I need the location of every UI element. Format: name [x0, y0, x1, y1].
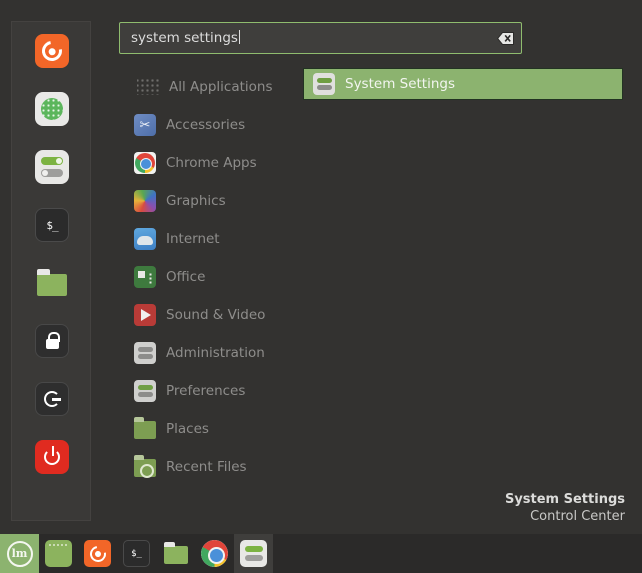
favorite-log-out[interactable]: [12, 370, 92, 428]
app-name: System Settings: [504, 492, 625, 507]
logout-icon: [35, 382, 69, 416]
power-icon: [35, 440, 69, 474]
result-item-system-settings[interactable]: System Settings: [303, 68, 623, 100]
category-sound-video[interactable]: Sound & Video: [126, 296, 301, 334]
taskbar-show-desktop[interactable]: [39, 534, 78, 573]
search-results-list: System Settings: [303, 68, 623, 100]
category-label: Internet: [166, 231, 220, 247]
category-label: Accessories: [166, 117, 246, 133]
grid-dots-icon: [137, 79, 159, 95]
app-description: Control Center: [530, 509, 625, 524]
cloud-globe-icon: [134, 228, 156, 250]
category-internet[interactable]: Internet: [126, 220, 301, 258]
text-caret: [238, 30, 240, 44]
system-settings-icon: [35, 150, 69, 184]
favorite-terminal[interactable]: $_: [12, 196, 92, 254]
toggles-green-icon: [134, 380, 156, 402]
play-icon: [134, 304, 156, 326]
system-settings-icon: [313, 73, 335, 95]
favorite-software-manager[interactable]: [12, 80, 92, 138]
terminal-icon: $_: [35, 208, 69, 242]
folder-clock-icon: [134, 455, 156, 478]
category-office[interactable]: Office: [126, 258, 301, 296]
firefox-icon: [35, 34, 69, 68]
category-label: Places: [166, 421, 209, 437]
terminal-icon: $_: [123, 540, 150, 567]
system-settings-icon: [240, 540, 267, 567]
files-folder-icon: [35, 266, 69, 300]
category-recent-files[interactable]: Recent Files: [126, 448, 301, 486]
category-label: All Applications: [169, 79, 273, 95]
category-graphics[interactable]: Graphics: [126, 182, 301, 220]
taskbar-firefox[interactable]: [78, 534, 117, 573]
result-item-label: System Settings: [345, 76, 456, 92]
favorites-sidebar: $_: [11, 21, 91, 521]
software-manager-icon: [35, 92, 69, 126]
category-chrome-apps[interactable]: Chrome Apps: [126, 144, 301, 182]
toggles-gray-icon: [134, 342, 156, 364]
category-accessories[interactable]: Accessories: [126, 106, 301, 144]
color-wheel-icon: [134, 190, 156, 212]
mint-logo-icon: lm: [6, 540, 33, 567]
favorite-lock-screen[interactable]: [12, 312, 92, 370]
chrome-icon: [134, 152, 156, 174]
category-administration[interactable]: Administration: [126, 334, 301, 372]
document-icon: [134, 266, 156, 288]
taskbar-terminal[interactable]: $_: [117, 534, 156, 573]
category-label: Administration: [166, 345, 265, 361]
taskbar: lm $_: [0, 534, 642, 573]
show-desktop-icon: [45, 540, 72, 567]
category-list: All Applications Accessories Chrome Apps…: [126, 68, 301, 486]
desktop-root: General Screenshots and Record Launchers…: [0, 0, 642, 573]
mint-menu-window: $_ system settings All Applications ✂ Ac…: [0, 0, 642, 534]
favorite-system-settings[interactable]: [12, 138, 92, 196]
chrome-icon: [201, 540, 228, 567]
scissors-icon: [134, 114, 156, 136]
selected-app-info: System Settings Control Center: [505, 492, 625, 524]
firefox-icon: [84, 540, 111, 567]
folder-icon: [134, 417, 156, 439]
category-label: Recent Files: [166, 459, 247, 475]
favorite-quit[interactable]: [12, 428, 92, 486]
category-label: Office: [166, 269, 206, 285]
category-preferences[interactable]: Preferences: [126, 372, 301, 410]
category-label: Preferences: [166, 383, 246, 399]
taskbar-files[interactable]: [156, 534, 195, 573]
taskbar-chrome[interactable]: [195, 534, 234, 573]
taskbar-system-settings[interactable]: [234, 534, 273, 573]
taskbar-menu-button[interactable]: lm: [0, 534, 39, 573]
category-all-applications[interactable]: All Applications: [126, 68, 301, 106]
files-folder-icon: [162, 540, 189, 567]
category-places[interactable]: Places: [126, 410, 301, 448]
category-label: Chrome Apps: [166, 155, 257, 171]
category-label: Graphics: [166, 193, 226, 209]
favorite-files[interactable]: [12, 254, 92, 312]
search-input[interactable]: system settings: [119, 22, 522, 54]
favorite-firefox[interactable]: [12, 22, 92, 80]
search-input-value: system settings: [131, 30, 238, 46]
lock-icon: [35, 324, 69, 358]
category-label: Sound & Video: [166, 307, 266, 323]
backspace-clear-icon[interactable]: [494, 27, 516, 49]
